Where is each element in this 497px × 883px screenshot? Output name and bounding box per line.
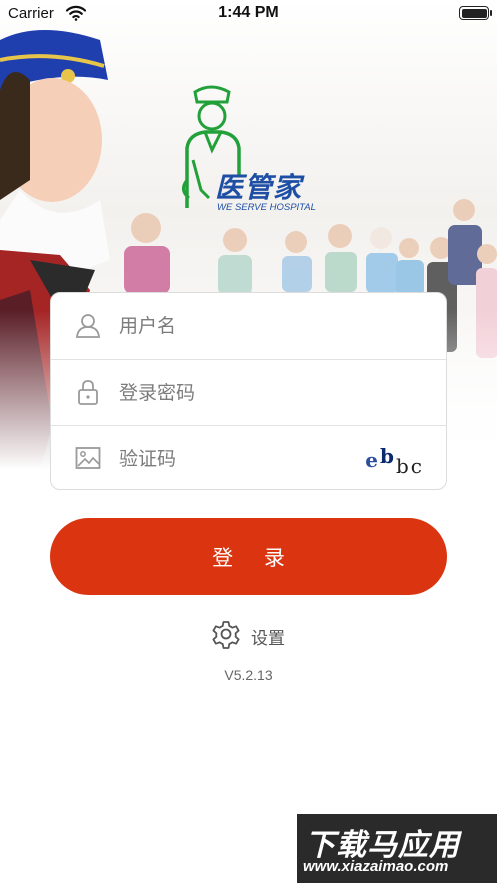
gear-icon: [209, 617, 243, 655]
password-row: [51, 359, 446, 426]
logo-title: 医管家: [215, 171, 303, 204]
password-field[interactable]: [119, 378, 379, 408]
watermark: 下载马应用 www.xiazaimao.com: [297, 814, 497, 883]
username-row: [51, 293, 446, 359]
status-time: 1:44 PM: [218, 4, 279, 21]
logo-subtitle: WE SERVE HOSPITAL: [217, 202, 316, 213]
lock-icon: [75, 379, 101, 405]
captcha-row: ebbc: [51, 425, 446, 492]
captcha-field[interactable]: [119, 444, 339, 474]
settings-label: 设置: [251, 628, 285, 649]
hospital-logo: 医管家 WE SERVE HOSPITAL: [165, 80, 335, 220]
login-button[interactable]: 登 录: [50, 518, 447, 595]
user-icon: [75, 312, 101, 338]
watermark-url: www.xiazaimao.com: [303, 858, 449, 875]
login-form: ebbc: [50, 292, 447, 490]
app-version: V5.2.13: [224, 667, 273, 683]
settings-link[interactable]: 设置: [209, 619, 285, 653]
username-field[interactable]: [119, 311, 379, 341]
captcha-image[interactable]: ebbc: [365, 444, 424, 478]
image-icon: [75, 445, 101, 471]
battery-icon: [459, 6, 492, 20]
status-bar: Carrier 1:44 PM: [0, 0, 497, 28]
